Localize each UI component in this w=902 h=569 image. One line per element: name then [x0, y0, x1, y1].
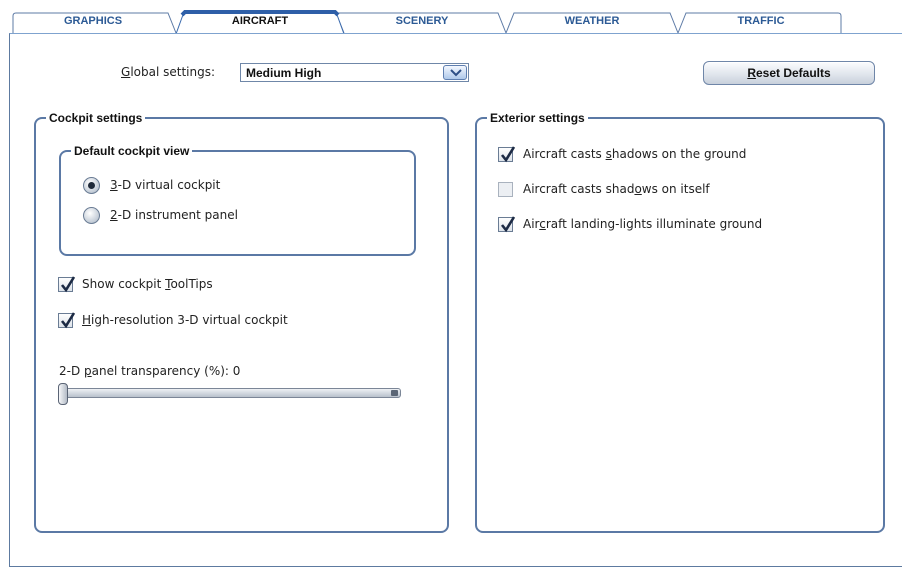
- global-settings-value: Medium High: [246, 66, 322, 80]
- default-cockpit-view-title: Default cockpit view: [71, 143, 193, 159]
- tab-graphics[interactable]: GRAPHICS: [18, 15, 168, 29]
- tab-bar: GRAPHICS AIRCRAFT SCENERY WEATHER TRAFFI…: [0, 0, 902, 34]
- checkmark-icon: [500, 146, 516, 163]
- shadows-on-ground-label[interactable]: Aircraft casts shadows on the ground: [523, 147, 746, 161]
- shadows-on-ground-checkbox[interactable]: [498, 146, 516, 163]
- landing-lights-label[interactable]: Aircraft landing-lights illuminate groun…: [523, 217, 762, 231]
- cockpit-settings-title: Cockpit settings: [46, 110, 146, 126]
- checkmark-icon: [500, 216, 516, 233]
- high-resolution-3d-cockpit-label[interactable]: High-resolution 3-D virtual cockpit: [82, 313, 288, 327]
- panel-transparency-label: 2-D panel transparency (%): 0: [59, 364, 241, 378]
- show-cockpit-tooltips-checkbox[interactable]: [58, 276, 76, 293]
- radio-3d-virtual-cockpit-label[interactable]: 3-D virtual cockpit: [110, 178, 220, 192]
- landing-lights-checkbox[interactable]: [498, 216, 516, 233]
- dropdown-button[interactable]: [443, 65, 467, 80]
- exterior-settings-group: Exterior settings: [475, 110, 885, 533]
- panel-transparency-slider-thumb[interactable]: [58, 383, 68, 405]
- radio-3d-virtual-cockpit[interactable]: [83, 177, 100, 194]
- chevron-down-icon: [450, 69, 462, 77]
- global-settings-dropdown[interactable]: Medium High: [240, 63, 469, 82]
- shadows-on-itself-label[interactable]: Aircraft casts shadows on itself: [523, 182, 710, 196]
- exterior-settings-title: Exterior settings: [487, 110, 588, 126]
- show-cockpit-tooltips-label[interactable]: Show cockpit ToolTips: [82, 277, 213, 291]
- tab-traffic[interactable]: TRAFFIC: [684, 15, 838, 29]
- slider-end-marker: [391, 390, 398, 396]
- reset-defaults-button[interactable]: Reset Defaults: [703, 61, 875, 85]
- default-cockpit-view-group: Default cockpit view: [59, 143, 416, 256]
- radio-2d-instrument-panel-label[interactable]: 2-D instrument panel: [110, 208, 238, 222]
- global-settings-label: Global settings:: [121, 65, 216, 79]
- tab-weather[interactable]: WEATHER: [514, 15, 670, 29]
- high-resolution-3d-cockpit-checkbox[interactable]: [58, 312, 76, 329]
- shadows-on-itself-checkbox[interactable]: [498, 182, 513, 197]
- tab-scenery[interactable]: SCENERY: [346, 15, 498, 29]
- checkmark-icon: [60, 312, 76, 329]
- panel-transparency-slider[interactable]: [61, 388, 401, 398]
- radio-selected-dot: [88, 182, 95, 189]
- tab-aircraft[interactable]: AIRCRAFT: [184, 15, 336, 29]
- radio-2d-instrument-panel[interactable]: [83, 207, 100, 224]
- checkmark-icon: [60, 276, 76, 293]
